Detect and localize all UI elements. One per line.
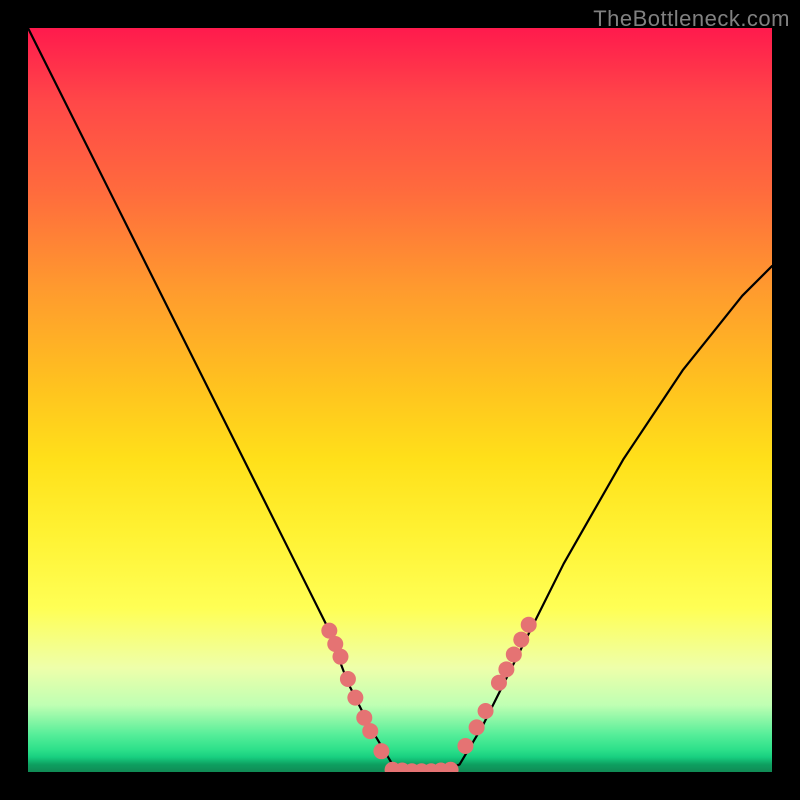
bead-bead-cluster-right [513,632,529,648]
bead-bead-cluster-floor [443,762,459,772]
bead-bead-cluster-right [478,703,494,719]
bead-bead-cluster-left [347,690,363,706]
watermark-text: TheBottleneck.com [593,6,790,32]
bead-bead-cluster-left [332,649,348,665]
bead-bead-cluster-right [506,646,522,662]
bead-bead-cluster-left [362,723,378,739]
chart-plot-area [28,28,772,772]
bead-bead-cluster-left [340,671,356,687]
bead-bead-cluster-right [498,661,514,677]
bead-bead-cluster-right [457,738,473,754]
bead-bead-cluster-right [521,617,537,633]
chart-svg [28,28,772,772]
bead-bead-cluster-right [469,719,485,735]
bead-bead-cluster-right [491,675,507,691]
curve-bottleneck-curve [28,28,772,772]
bead-bead-cluster-left [373,743,389,759]
